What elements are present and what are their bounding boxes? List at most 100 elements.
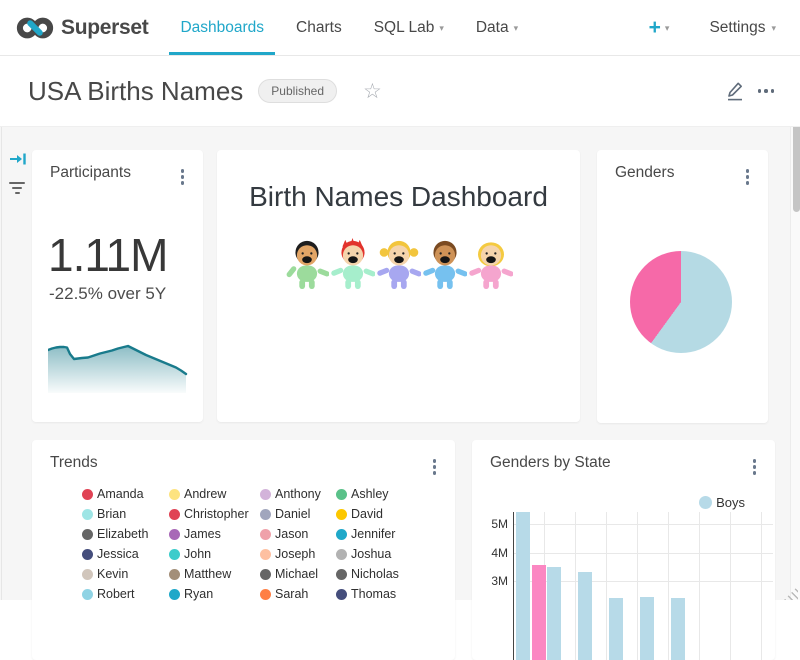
bar-boys[interactable]: [609, 598, 623, 660]
legend-item-brian[interactable]: Brian: [82, 504, 169, 524]
legend-item-john[interactable]: John: [169, 544, 260, 564]
legend-item-joshua[interactable]: Joshua: [336, 544, 399, 564]
legend-item-sarah[interactable]: Sarah: [260, 584, 336, 604]
legend-item-jessica[interactable]: Jessica: [82, 544, 169, 564]
kid-emoji: [377, 238, 421, 295]
edit-pencil-icon[interactable]: [726, 81, 744, 101]
nav-item-label: Charts: [296, 19, 342, 37]
legend-item-ashley[interactable]: Ashley: [336, 484, 399, 504]
gridline: [606, 512, 607, 660]
chart-title: Genders: [615, 164, 674, 182]
legend-color-dot: [82, 509, 93, 520]
legend-color-dot: [169, 569, 180, 580]
settings-menu[interactable]: Settings ▾: [709, 19, 776, 37]
legend-item-jennifer[interactable]: Jennifer: [336, 524, 399, 544]
gridline: [513, 553, 773, 554]
legend-color-dot: [336, 569, 347, 580]
plus-icon: +: [649, 17, 661, 38]
legend-item-elizabeth[interactable]: Elizabeth: [82, 524, 169, 544]
legend-label: Daniel: [275, 507, 310, 521]
legend-label: Ashley: [351, 487, 389, 501]
gridline: [699, 512, 700, 660]
legend-item-ryan[interactable]: Ryan: [169, 584, 260, 604]
bar-girls[interactable]: [532, 565, 546, 660]
bar-boys[interactable]: [516, 512, 530, 660]
kebab-menu-icon[interactable]: [178, 166, 188, 188]
brand-text: Superset: [61, 16, 148, 40]
legend-label: Elizabeth: [97, 527, 148, 541]
kebab-menu-icon[interactable]: [743, 166, 753, 188]
bar-boys[interactable]: [547, 567, 561, 660]
legend-item-thomas[interactable]: Thomas: [336, 584, 399, 604]
legend-color-dot: [336, 549, 347, 560]
kebab-menu-icon[interactable]: [430, 456, 440, 478]
legend-item-kevin[interactable]: Kevin: [82, 564, 169, 584]
nav-item-sql-lab[interactable]: SQL Lab▾: [363, 0, 455, 55]
legend-item-anthony[interactable]: Anthony: [260, 484, 336, 504]
main-nav: Dashboards Charts SQL Lab▾Data▾: [164, 0, 534, 55]
trends-legend: Amanda Andrew Anthony Ashley Brian Christophe…: [82, 484, 399, 604]
nav-item-charts[interactable]: Charts: [285, 0, 353, 55]
expand-filter-bar-icon[interactable]: [9, 152, 26, 166]
settings-label: Settings: [709, 19, 765, 37]
legend-item-michael[interactable]: Michael: [260, 564, 336, 584]
vertical-scrollbar-track[interactable]: [790, 56, 800, 600]
gridline: [668, 512, 669, 660]
legend-label: Brian: [97, 507, 126, 521]
y-axis-tick: 4M: [472, 546, 508, 560]
legend-item-matthew[interactable]: Matthew: [169, 564, 260, 584]
legend-item-nicholas[interactable]: Nicholas: [336, 564, 399, 584]
gridline: [637, 512, 638, 660]
kid-emoji: [285, 238, 329, 295]
legend-item-andrew[interactable]: Andrew: [169, 484, 260, 504]
favorite-star-icon[interactable]: ☆: [363, 81, 382, 102]
legend-item-amanda[interactable]: Amanda: [82, 484, 169, 504]
legend-label: Andrew: [184, 487, 226, 501]
legend-label: Jessica: [97, 547, 139, 561]
y-axis-line: [513, 512, 514, 660]
legend-item-joseph[interactable]: Joseph: [260, 544, 336, 564]
kid-emoji: [469, 238, 513, 295]
legend-label: Ryan: [184, 587, 213, 601]
legend-color-dot: [169, 509, 180, 520]
legend-color-dot: [82, 489, 93, 500]
legend-label: Anthony: [275, 487, 321, 501]
legend-item-christopher[interactable]: Christopher: [169, 504, 260, 524]
legend-color-dot: [82, 529, 93, 540]
big-number-subheader: -22.5% over 5Y: [49, 284, 166, 304]
card-markdown: Birth Names Dashboard: [217, 150, 580, 422]
more-actions-icon[interactable]: [758, 85, 775, 97]
legend-item-robert[interactable]: Robert: [82, 584, 169, 604]
published-badge[interactable]: Published: [258, 79, 337, 103]
kid-emoji: [331, 238, 375, 295]
legend-label: Matthew: [184, 567, 231, 581]
collapsed-filter-bar: [6, 152, 28, 196]
chart-title: Participants: [50, 164, 131, 182]
legend-label: Robert: [97, 587, 135, 601]
dashboard-grid: Participants 1.11M -22.5% over 5Y Birth …: [0, 126, 800, 600]
chevron-down-icon: ▾: [514, 24, 519, 33]
legend-item-jason[interactable]: Jason: [260, 524, 336, 544]
superset-logo[interactable]: Superset: [16, 15, 148, 41]
new-button[interactable]: + ▾: [649, 17, 670, 38]
legend-label: Joseph: [275, 547, 315, 561]
legend-item-david[interactable]: David: [336, 504, 399, 524]
kids-illustration: [217, 238, 580, 295]
chevron-down-icon: ▾: [665, 24, 670, 33]
nav-item-dashboards[interactable]: Dashboards: [169, 0, 275, 55]
legend-label: Jennifer: [351, 527, 395, 541]
legend-item-james[interactable]: James: [169, 524, 260, 544]
bar-boys[interactable]: [671, 598, 685, 660]
legend-color-dot: [260, 489, 271, 500]
dashboard-header: USA Births Names Published ☆: [0, 56, 800, 127]
nav-item-data[interactable]: Data▾: [465, 0, 529, 55]
genders-pie-chart[interactable]: [630, 251, 732, 353]
filter-icon[interactable]: [7, 180, 27, 196]
legend-label: John: [184, 547, 211, 561]
legend-label: Thomas: [351, 587, 396, 601]
legend-item-daniel[interactable]: Daniel: [260, 504, 336, 524]
legend-label: Amanda: [97, 487, 144, 501]
y-axis-tick: 3M: [472, 574, 508, 588]
bar-boys[interactable]: [578, 572, 592, 660]
bar-boys[interactable]: [640, 597, 654, 660]
